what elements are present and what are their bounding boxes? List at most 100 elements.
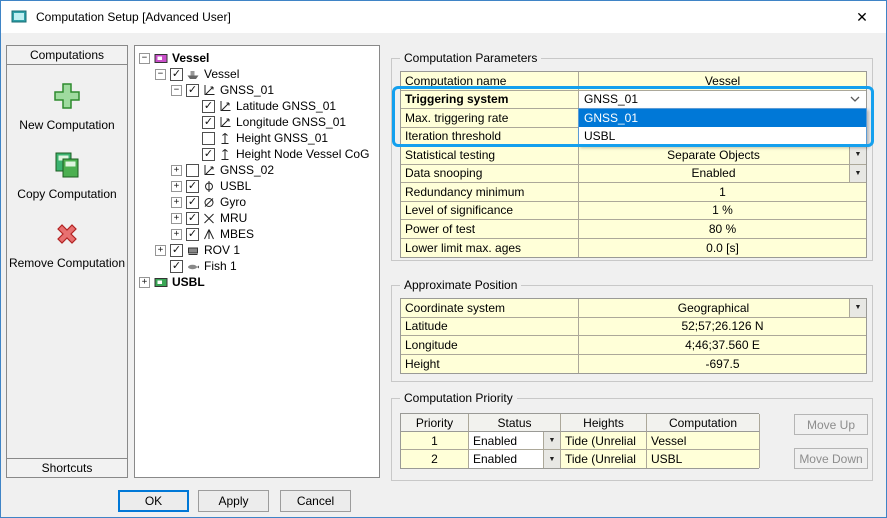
move-down-button[interactable]: Move Down: [794, 448, 868, 469]
tree-node-usbl[interactable]: USBL: [135, 178, 379, 194]
checkbox[interactable]: [170, 68, 183, 81]
collapse-icon[interactable]: [171, 85, 182, 96]
vessel-icon: [186, 68, 200, 81]
level-of-significance-field[interactable]: 1 %: [579, 202, 866, 221]
expand-icon[interactable]: [155, 245, 166, 256]
expand-icon[interactable]: [171, 197, 182, 208]
triggering-system-combo[interactable]: GNSS_01: [579, 91, 866, 110]
tree-node-mru[interactable]: MRU: [135, 210, 379, 226]
checkbox[interactable]: [202, 116, 215, 129]
apply-button[interactable]: Apply: [198, 490, 269, 512]
new-computation-button[interactable]: New Computation: [19, 81, 114, 132]
dropdown-arrow-icon[interactable]: ▼: [849, 299, 866, 317]
coordinate-system-combo[interactable]: Geographical ▼: [579, 299, 866, 318]
checkbox[interactable]: [186, 84, 199, 97]
redundancy-minimum-field[interactable]: 1: [579, 183, 866, 202]
dropdown-arrow-icon[interactable]: ▼: [849, 165, 866, 183]
position-table: Coordinate system Geographical ▼ Latitud…: [400, 298, 867, 374]
tree-node-vessel-root[interactable]: Vessel: [135, 50, 379, 66]
tree-node-height-node-vessel-cog[interactable]: Height Node Vessel CoG: [135, 146, 379, 162]
cancel-button[interactable]: Cancel: [280, 490, 351, 512]
checkbox[interactable]: [202, 148, 215, 161]
tree-node-label: GNSS_01: [220, 83, 274, 97]
tree-node-vessel[interactable]: Vessel: [135, 66, 379, 82]
combo-value: Separate Objects: [667, 148, 760, 162]
approximate-position-group: Approximate Position Coordinate system G…: [391, 285, 873, 382]
height-icon: [218, 148, 232, 161]
param-label: Triggering system: [401, 91, 579, 110]
gnss-icon: [202, 84, 216, 97]
computation-name-field[interactable]: Vessel: [579, 72, 866, 91]
dropdown-arrow-icon[interactable]: ▼: [543, 450, 560, 468]
mru-icon: [202, 212, 216, 225]
tree-node-label: Longitude GNSS_01: [236, 115, 346, 129]
expand-icon[interactable]: [171, 213, 182, 224]
tree-node-label: Height GNSS_01: [236, 131, 328, 145]
tree-node-longitude-gnss-01[interactable]: Longitude GNSS_01: [135, 114, 379, 130]
param-label: Statistical testing: [401, 146, 579, 165]
dropdown-option-gnss-01[interactable]: GNSS_01: [579, 109, 866, 127]
tree-node-label: USBL: [220, 179, 251, 193]
close-icon[interactable]: ✕: [848, 9, 876, 26]
tool-label: Copy Computation: [17, 187, 116, 201]
window-title: Computation Setup [Advanced User]: [36, 10, 848, 24]
computation-cell: USBL: [647, 450, 760, 468]
checkbox[interactable]: [186, 164, 199, 177]
tree-node-height-gnss-01[interactable]: Height GNSS_01: [135, 130, 379, 146]
checkbox[interactable]: [202, 132, 215, 145]
expand-icon[interactable]: [171, 181, 182, 192]
expand-icon[interactable]: [139, 277, 150, 288]
checkbox[interactable]: [186, 228, 199, 241]
tree-node-latitude-gnss-01[interactable]: Latitude GNSS_01: [135, 98, 379, 114]
heights-cell[interactable]: Tide (Unrelial: [561, 450, 647, 468]
dropdown-arrow-icon[interactable]: ▼: [849, 146, 866, 164]
height-field[interactable]: -697.5: [579, 355, 866, 374]
tree-node-label: GNSS_02: [220, 163, 274, 177]
app-icon: [11, 9, 27, 25]
checkbox[interactable]: [202, 100, 215, 113]
power-of-test-field[interactable]: 80 %: [579, 220, 866, 239]
remove-computation-button[interactable]: Remove Computation: [9, 219, 125, 270]
param-label: Coordinate system: [401, 299, 579, 318]
param-value: Vessel: [705, 74, 740, 88]
collapse-icon[interactable]: [139, 53, 150, 64]
dropdown-option-usbl[interactable]: USBL: [579, 127, 866, 145]
computations-toolbox: Computations New Computation Copy Comput…: [6, 45, 128, 478]
heights-cell[interactable]: Tide (Unrelial: [561, 432, 647, 450]
tree-node-fish-1[interactable]: Fish 1: [135, 258, 379, 274]
group-title: Approximate Position: [400, 278, 521, 292]
latitude-field[interactable]: 52;57;26.126 N: [579, 318, 866, 337]
tree-node-gyro[interactable]: Gyro: [135, 194, 379, 210]
tree-node-rov-1[interactable]: ROV 1: [135, 242, 379, 258]
checkbox[interactable]: [186, 180, 199, 193]
tree-node-mbes[interactable]: MBES: [135, 226, 379, 242]
checkbox[interactable]: [170, 260, 183, 273]
expand-icon[interactable]: [171, 165, 182, 176]
move-up-button[interactable]: Move Up: [794, 414, 868, 435]
copy-computation-button[interactable]: Copy Computation: [17, 150, 116, 201]
tree-node-gnss-01[interactable]: GNSS_01: [135, 82, 379, 98]
checkbox[interactable]: [186, 212, 199, 225]
status-combo[interactable]: Enabled ▼: [469, 432, 561, 450]
data-snooping-combo[interactable]: Enabled ▼: [579, 165, 866, 184]
tree-node-label: Height Node Vessel CoG: [236, 147, 369, 161]
checkbox[interactable]: [186, 196, 199, 209]
shortcuts-header[interactable]: Shortcuts: [7, 458, 127, 477]
statistical-testing-combo[interactable]: Separate Objects ▼: [579, 146, 866, 165]
ok-button[interactable]: OK: [118, 490, 189, 512]
tree-node-label: Fish 1: [204, 259, 237, 273]
dropdown-arrow-icon[interactable]: ▼: [543, 432, 560, 449]
param-label: Latitude: [401, 318, 579, 337]
toolbox-header[interactable]: Computations: [7, 46, 127, 65]
computation-tree: Vessel Vessel GNSS_01 Latitude GNSS_01 L…: [134, 45, 380, 478]
combo-value: Enabled: [473, 434, 517, 448]
expand-icon[interactable]: [171, 229, 182, 240]
tree-node-gnss-02[interactable]: GNSS_02: [135, 162, 379, 178]
collapse-icon[interactable]: [155, 69, 166, 80]
longitude-field[interactable]: 4;46;37.560 E: [579, 336, 866, 355]
checkbox[interactable]: [170, 244, 183, 257]
param-label: Iteration threshold: [401, 128, 579, 147]
status-combo[interactable]: Enabled ▼: [469, 450, 561, 468]
tree-node-usbl-root[interactable]: USBL: [135, 274, 379, 290]
lower-limit-max-ages-field[interactable]: 0.0 [s]: [579, 239, 866, 258]
